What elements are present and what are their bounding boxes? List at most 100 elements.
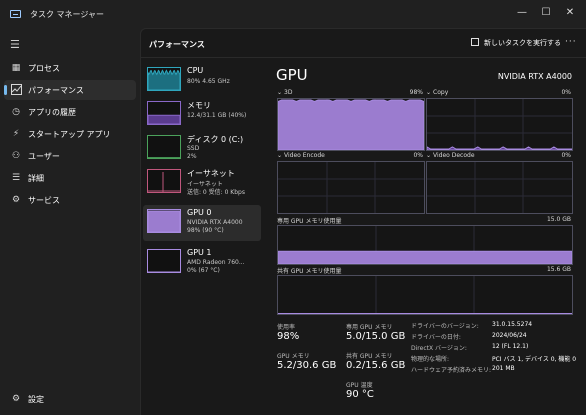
dedicated-memory-max: 15.0 GB: [546, 216, 571, 223]
users-icon: ⚇: [11, 151, 21, 161]
sidebar-item-label: 詳細: [28, 174, 44, 183]
device-detail: AMD Radeon 760...: [187, 259, 245, 266]
engine-selector-video-encode[interactable]: ⌄ Video Encode: [277, 152, 325, 159]
startup-icon: ⚡: [12, 129, 20, 139]
device-detail: 0% (67 °C): [187, 267, 220, 274]
engine-percent: 0%: [413, 152, 423, 159]
engine-label: Video Decode: [433, 152, 475, 159]
engine-label: Video Encode: [284, 152, 325, 159]
shared-memory-stat-value: 0.2/15.6 GB: [346, 360, 406, 371]
shared-memory-max: 15.6 GB: [546, 266, 571, 273]
device-name: GPU 0: [187, 208, 212, 217]
driver-date-label: ドライバーの日付:: [411, 334, 461, 341]
minimize-button[interactable]: —: [514, 5, 530, 21]
device-name: メモリ: [187, 101, 211, 110]
window-title: タスク マネージャー: [30, 10, 104, 19]
engine-3d-usage-area: [278, 99, 424, 150]
utilization-label: 使用率: [277, 324, 296, 331]
device-detail: 12.4/31.1 GB (40%): [187, 112, 247, 119]
device-cpu[interactable]: CPU 80% 4.65 GHz: [143, 63, 261, 99]
engine-copy-graph: [426, 98, 573, 151]
sidebar-item-users[interactable]: ⚇ ユーザー: [4, 146, 136, 166]
sidebar-item-label: サービス: [28, 196, 60, 205]
engine-selector-video-decode[interactable]: ⌄ Video Decode: [426, 152, 475, 159]
sidebar-item-label: プロセス: [28, 64, 60, 73]
services-icon: ⚙: [11, 195, 21, 205]
history-icon: ◷: [12, 107, 20, 117]
close-button[interactable]: ✕: [562, 5, 578, 21]
device-disk[interactable]: ディスク 0 (C:) SSD 2%: [143, 131, 261, 167]
page-title: パフォーマンス: [149, 40, 205, 49]
chevron-down-icon: ⌄: [426, 152, 432, 159]
sidebar-item-performance[interactable]: パフォーマンス: [4, 80, 136, 100]
sidebar-item-startup-apps[interactable]: ⚡ スタートアップ アプリ: [4, 124, 136, 144]
sidebar-item-label: パフォーマンス: [28, 86, 84, 95]
dedicated-memory-graph: [277, 225, 573, 265]
sidebar-item-settings[interactable]: ⚙ 設定: [4, 389, 136, 409]
reserved-memory-label: ハードウェア予約済みメモリ:: [411, 367, 492, 374]
cpu-thumbnail-graph: [147, 67, 181, 91]
dedicated-memory-stat-label: 専用 GPU メモリ: [346, 324, 393, 331]
gpu-temperature-value: 90 °C: [346, 389, 374, 400]
header-divider: [141, 57, 586, 58]
sidebar-item-details[interactable]: ☰ 詳細: [4, 168, 136, 188]
engine-percent: 0%: [561, 89, 571, 96]
run-new-task-label: 新しいタスクを実行する: [484, 39, 561, 47]
memory-thumbnail-graph: [147, 101, 181, 125]
engine-video-encode-graph: [277, 161, 425, 214]
gpu-memory-label: GPU メモリ: [277, 353, 310, 360]
gpu0-usage-area: [148, 210, 180, 232]
sidebar-item-label: スタートアップ アプリ: [28, 130, 111, 139]
driver-date-value: 2024/06/24: [492, 332, 527, 339]
dedicated-memory-usage-area: [278, 250, 572, 264]
gpu-memory-value: 5.2/30.6 GB: [277, 360, 337, 371]
cpu-usage-area: [148, 69, 180, 90]
sidebar-item-label: アプリの履歴: [28, 108, 76, 117]
device-name: CPU: [187, 66, 204, 75]
sidebar-item-services[interactable]: ⚙ サービス: [4, 190, 136, 210]
gear-icon: ⚙: [11, 394, 21, 404]
engine-percent: 98%: [409, 89, 423, 96]
sidebar-item-app-history[interactable]: ◷ アプリの履歴: [4, 102, 136, 122]
run-task-icon: [471, 38, 479, 46]
engine-selector-copy[interactable]: ⌄ Copy: [426, 89, 448, 96]
sidebar-item-label: ユーザー: [28, 152, 60, 161]
main-content: パフォーマンス 新しいタスクを実行する ··· CPU 80% 4.65 GHz…: [140, 28, 586, 415]
run-new-task-button[interactable]: 新しいタスクを実行する: [471, 38, 561, 48]
directx-version-value: 12 (FL 12.1): [492, 343, 529, 350]
device-gpu1[interactable]: GPU 1 AMD Radeon 760... 0% (67 °C): [143, 245, 261, 281]
performance-icon: [10, 84, 22, 96]
shared-memory-usage-area: [278, 313, 572, 314]
reserved-memory-value: 201 MB: [492, 365, 515, 372]
gpu-model-name: NVIDIA RTX A4000: [497, 72, 572, 81]
device-detail: SSD: [187, 145, 200, 152]
chevron-down-icon: ⌄: [426, 89, 432, 96]
sidebar: ☰ ▦ プロセス パフォーマンス ◷ アプリの履歴 ⚡ スタートアップ アプリ …: [0, 28, 140, 415]
details-icon: ☰: [11, 173, 21, 183]
directx-version-label: DirectX バージョン:: [411, 345, 467, 352]
physical-location-value: PCI バス 1, デバイス 0, 機能 0: [492, 356, 577, 363]
device-detail: 98% (90 °C): [187, 227, 224, 234]
hamburger-menu-icon[interactable]: ☰: [10, 38, 20, 51]
chevron-down-icon: ⌄: [277, 152, 283, 159]
engine-label: 3D: [284, 89, 293, 96]
engine-copy-usage-area: [427, 146, 572, 150]
sidebar-item-label: 設定: [28, 395, 44, 404]
device-detail: NVIDIA RTX A4000: [187, 219, 243, 226]
engine-selector-3d[interactable]: ⌄ 3D: [277, 89, 292, 96]
device-name: ディスク 0 (C:): [187, 135, 244, 144]
grid-icon: ▦: [11, 63, 21, 73]
device-ethernet[interactable]: イーサネット イーサネット 送信: 0 受信: 0 Kbps: [143, 165, 261, 201]
more-options-button[interactable]: ···: [565, 37, 577, 47]
device-name: イーサネット: [187, 169, 235, 178]
shared-memory-label: 共有 GPU メモリ使用量: [277, 268, 342, 275]
ethernet-thumbnail-graph: [147, 169, 181, 193]
maximize-button[interactable]: ☐: [538, 5, 554, 21]
device-gpu0[interactable]: GPU 0 NVIDIA RTX A4000 98% (90 °C): [143, 205, 261, 241]
dedicated-memory-label: 専用 GPU メモリ使用量: [277, 218, 342, 225]
device-memory[interactable]: メモリ 12.4/31.1 GB (40%): [143, 97, 261, 133]
sidebar-item-processes[interactable]: ▦ プロセス: [4, 58, 136, 78]
driver-version-label: ドライバーのバージョン:: [411, 323, 479, 330]
shared-memory-graph: [277, 275, 573, 315]
device-detail: 2%: [187, 153, 197, 160]
